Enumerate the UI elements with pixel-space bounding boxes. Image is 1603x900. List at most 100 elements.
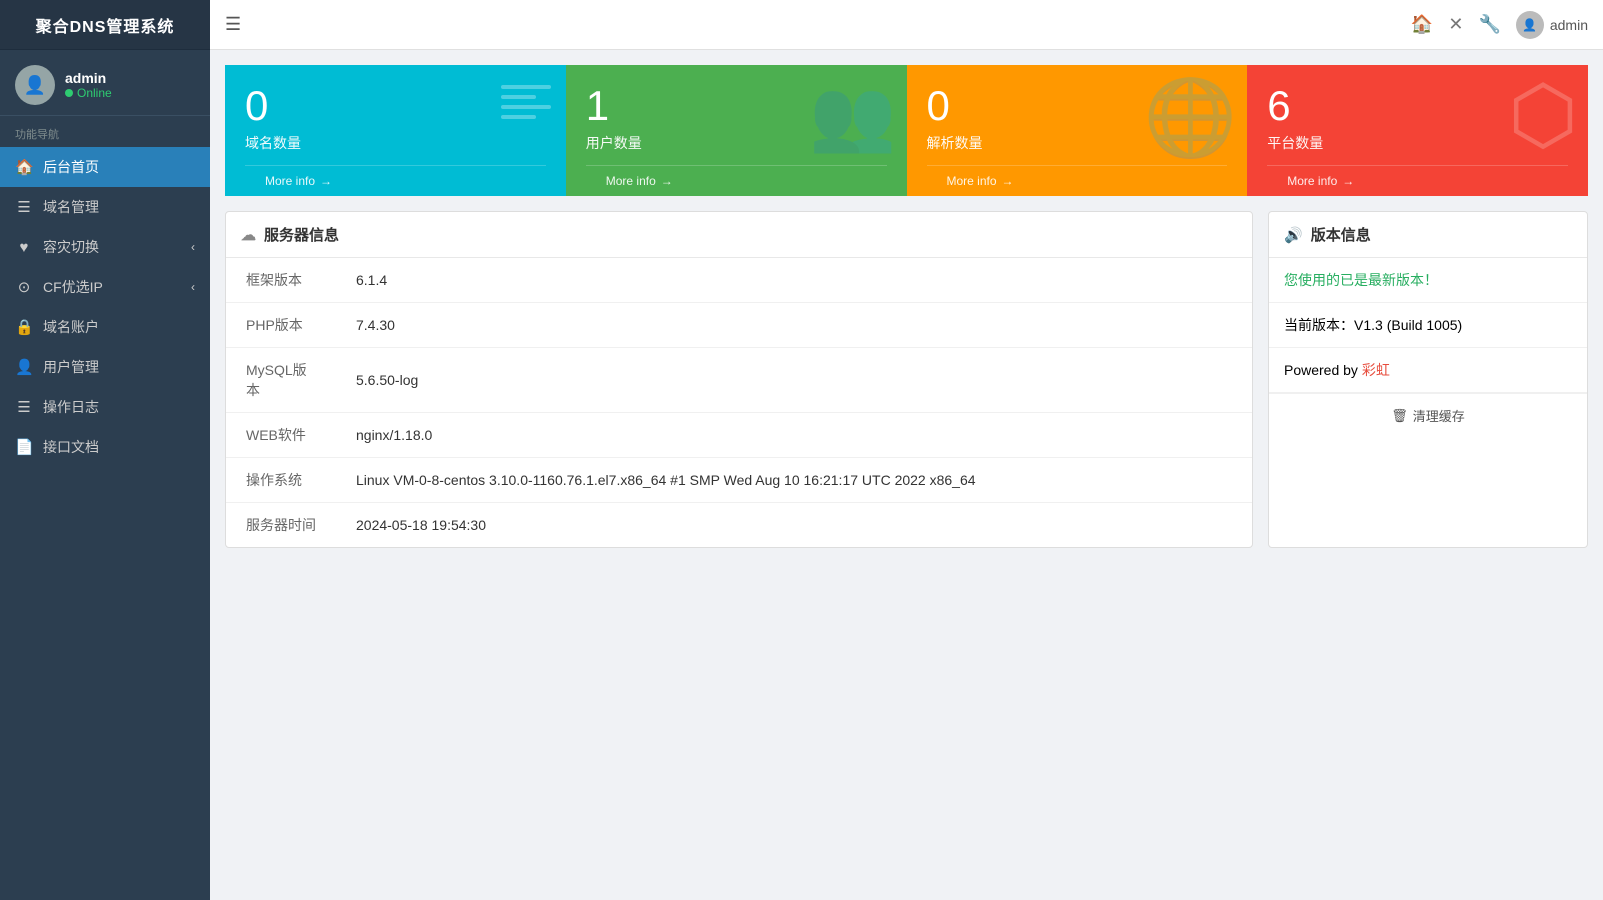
cards-row: ☁ 服务器信息 框架版本 6.1.4 PHP版本 7.4.30 MySQL版本 … xyxy=(225,211,1588,548)
platform-more-info[interactable]: More info → xyxy=(1267,165,1568,196)
hexagon-bg-icon: ⬡ xyxy=(1508,75,1578,155)
sidebar-user-status: Online xyxy=(65,86,112,100)
sidebar-item-label: 用户管理 xyxy=(43,357,99,377)
close-nav-icon[interactable]: ✕ xyxy=(1448,14,1463,35)
table-row: WEB软件 nginx/1.18.0 xyxy=(226,413,1252,458)
powered-by-link[interactable]: 彩虹 xyxy=(1362,362,1390,378)
doc-icon: 📄 xyxy=(15,438,33,456)
avatar: 👤 xyxy=(15,65,55,105)
stat-cards-grid: 0 域名数量 More info → 1 用户数量 👥 More info → xyxy=(225,65,1588,196)
sidebar-item-label: 容灾切换 xyxy=(43,237,99,257)
home-icon: 🏠 xyxy=(15,158,33,176)
table-row: 服务器时间 2024-05-18 19:54:30 xyxy=(226,503,1252,548)
log-icon: ☰ xyxy=(15,398,33,416)
sidebar-item-dashboard[interactable]: 🏠 后台首页 xyxy=(0,147,210,187)
sidebar-item-label: 域名管理 xyxy=(43,197,99,217)
row-value: Linux VM-0-8-centos 3.10.0-1160.76.1.el7… xyxy=(336,458,1252,503)
sidebar-item-cf-ip[interactable]: ⊙ CF优选IP ‹ xyxy=(0,267,210,307)
server-info-header: ☁ 服务器信息 xyxy=(226,212,1252,258)
row-label: 框架版本 xyxy=(226,258,336,303)
nav-username: admin xyxy=(1550,17,1588,33)
settings-nav-icon[interactable]: 🔧 xyxy=(1478,14,1500,35)
sidebar-item-label: 操作日志 xyxy=(43,397,99,417)
row-value: 6.1.4 xyxy=(336,258,1252,303)
row-value: 2024-05-18 19:54:30 xyxy=(336,503,1252,548)
stat-card-user: 1 用户数量 👥 More info → xyxy=(566,65,907,196)
table-row: 操作系统 Linux VM-0-8-centos 3.10.0-1160.76.… xyxy=(226,458,1252,503)
version-current: 当前版本：V1.3 (Build 1005) xyxy=(1269,303,1587,348)
domain-more-info[interactable]: More info → xyxy=(245,165,546,196)
heart-icon: ♥ xyxy=(15,239,33,256)
row-value: 7.4.30 xyxy=(336,303,1252,348)
list-icon: ☰ xyxy=(15,198,33,216)
sidebar-item-label: 后台首页 xyxy=(43,157,99,177)
app-title: 聚合DNS管理系统 xyxy=(36,13,175,37)
top-nav: ☰ 🏠 ✕ 🔧 👤 admin xyxy=(210,0,1603,50)
domain-count-label: 域名数量 xyxy=(245,133,546,153)
version-powered-by: Powered by 彩虹 xyxy=(1269,348,1587,393)
sidebar-item-user-mgmt[interactable]: 👤 用户管理 xyxy=(0,347,210,387)
row-label: MySQL版本 xyxy=(226,348,336,413)
arrow-right-icon: → xyxy=(320,174,332,188)
arrow-right-icon: → xyxy=(1342,174,1354,188)
sidebar-item-domain-account[interactable]: 🔒 域名账户 xyxy=(0,307,210,347)
row-label: 服务器时间 xyxy=(226,503,336,548)
sidebar-username: admin xyxy=(65,70,112,86)
table-row: MySQL版本 5.6.50-log xyxy=(226,348,1252,413)
resolve-more-info[interactable]: More info → xyxy=(927,165,1228,196)
user-icon: 👤 xyxy=(15,358,33,376)
circle-icon: ⊙ xyxy=(15,278,33,296)
sidebar: 聚合DNS管理系统 👤 admin Online 功能导航 🏠 后台首页 ☰ 域… xyxy=(0,0,210,900)
sidebar-section-label: 功能导航 xyxy=(0,116,210,147)
table-row: PHP版本 7.4.30 xyxy=(226,303,1252,348)
main-content: 0 域名数量 More info → 1 用户数量 👥 More info → xyxy=(210,50,1603,900)
sidebar-item-host-switch[interactable]: ♥ 容灾切换 ‹ xyxy=(0,227,210,267)
sidebar-item-api-docs[interactable]: 📄 接口文档 xyxy=(0,427,210,467)
version-latest-text: 您使用的已是最新版本！ xyxy=(1269,258,1587,303)
sidebar-item-label: 接口文档 xyxy=(43,437,99,457)
sidebar-item-label: CF优选IP xyxy=(43,277,103,297)
version-info-header: 🔊 版本信息 xyxy=(1269,212,1587,258)
arrow-right-icon: → xyxy=(1002,174,1014,188)
globe-bg-icon: 🌐 xyxy=(1144,80,1237,155)
sidebar-item-domain-mgmt[interactable]: ☰ 域名管理 xyxy=(0,187,210,227)
user-info-nav[interactable]: 👤 admin xyxy=(1516,11,1588,39)
top-nav-right: 🏠 ✕ 🔧 👤 admin xyxy=(1411,11,1588,39)
stat-card-platform: 6 平台数量 ⬡ More info → xyxy=(1247,65,1588,196)
sidebar-user-info: admin Online xyxy=(65,70,112,100)
table-row: 框架版本 6.1.4 xyxy=(226,258,1252,303)
server-info-card: ☁ 服务器信息 框架版本 6.1.4 PHP版本 7.4.30 MySQL版本 … xyxy=(225,211,1253,548)
row-label: WEB软件 xyxy=(226,413,336,458)
lock-icon: 🔒 xyxy=(15,318,33,336)
sidebar-user-section: 👤 admin Online xyxy=(0,50,210,116)
row-value: nginx/1.18.0 xyxy=(336,413,1252,458)
home-nav-icon[interactable]: 🏠 xyxy=(1411,14,1433,35)
speaker-icon: 🔊 xyxy=(1284,226,1303,244)
top-nav-left: ☰ xyxy=(225,14,241,35)
sidebar-item-operation-log[interactable]: ☰ 操作日志 xyxy=(0,387,210,427)
version-info-card: 🔊 版本信息 您使用的已是最新版本！ 当前版本：V1.3 (Build 1005… xyxy=(1268,211,1588,548)
clear-cache-button[interactable]: 🗑 清理缓存 xyxy=(1284,406,1572,425)
row-label: 操作系统 xyxy=(226,458,336,503)
status-dot-icon xyxy=(65,89,73,97)
server-info-table: 框架版本 6.1.4 PHP版本 7.4.30 MySQL版本 5.6.50-l… xyxy=(226,258,1252,547)
arrow-right-icon: → xyxy=(661,174,673,188)
user-avatar-nav: 👤 xyxy=(1516,11,1544,39)
users-bg-icon: 👥 xyxy=(809,80,896,150)
row-value: 5.6.50-log xyxy=(336,348,1252,413)
stat-bg-lines-icon xyxy=(501,85,551,119)
hamburger-icon[interactable]: ☰ xyxy=(225,14,241,35)
sidebar-item-label: 域名账户 xyxy=(43,317,99,337)
chevron-right-icon: ‹ xyxy=(191,280,195,294)
version-footer: 🗑 清理缓存 xyxy=(1269,393,1587,437)
sidebar-logo: 聚合DNS管理系统 xyxy=(0,0,210,50)
stat-card-resolve: 0 解析数量 🌐 More info → xyxy=(907,65,1248,196)
version-info-title: 版本信息 xyxy=(1311,224,1371,245)
user-more-info[interactable]: More info → xyxy=(586,165,887,196)
chevron-right-icon: ‹ xyxy=(191,240,195,254)
cloud-icon: ☁ xyxy=(241,226,256,244)
row-label: PHP版本 xyxy=(226,303,336,348)
trash-icon: 🗑 xyxy=(1391,408,1408,424)
stat-card-domain: 0 域名数量 More info → xyxy=(225,65,566,196)
server-info-title: 服务器信息 xyxy=(264,224,339,245)
